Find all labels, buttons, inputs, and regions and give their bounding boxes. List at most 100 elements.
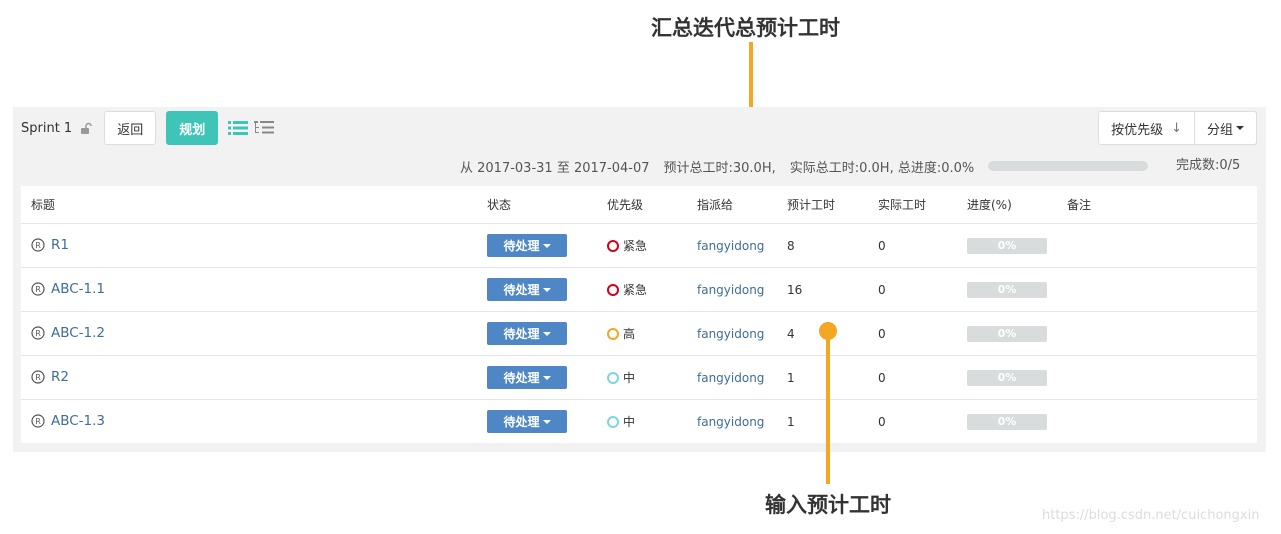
priority: 中 bbox=[607, 413, 635, 430]
annotation-summary-title: 汇总迭代总预计工时 bbox=[651, 16, 840, 40]
table-row: R R2 待处理 中 fangyidong 1 0 0% bbox=[21, 355, 1257, 399]
lock-open-icon[interactable] bbox=[80, 121, 94, 135]
header-priority: 优先级 bbox=[607, 198, 644, 212]
assignee-link[interactable]: fangyidong bbox=[697, 327, 764, 341]
assignee-link[interactable]: fangyidong bbox=[697, 239, 764, 253]
task-title[interactable]: R2 bbox=[51, 369, 69, 385]
header-progress: 进度(%) bbox=[967, 198, 1012, 212]
task-title[interactable]: ABC-1.1 bbox=[51, 281, 105, 297]
done-count: 完成数:0/5 bbox=[1176, 158, 1241, 173]
caret-down-icon bbox=[542, 243, 551, 248]
estimated-hours[interactable]: 1 bbox=[787, 371, 795, 385]
header-estimated: 预计工时 bbox=[787, 198, 836, 212]
row-title[interactable]: R ABC-1.1 bbox=[31, 281, 105, 299]
priority: 紧急 bbox=[607, 281, 647, 298]
sort-label: 按优先级 bbox=[1111, 122, 1164, 138]
priority-circle-icon bbox=[607, 283, 619, 296]
progress-value: 0% bbox=[967, 281, 1047, 298]
progress-value: 0% bbox=[967, 325, 1047, 342]
actual-hours: 0 bbox=[878, 282, 886, 297]
requirement-icon: R bbox=[31, 369, 45, 384]
plan-button[interactable]: 规划 bbox=[166, 111, 219, 145]
header-title: 标题 bbox=[31, 198, 56, 212]
svg-text:R: R bbox=[35, 285, 41, 294]
priority-label: 中 bbox=[623, 415, 636, 429]
svg-text:R: R bbox=[35, 241, 41, 250]
sprint-summary: 从 2017-03-31 至 2017-04-07 预计总工时:30.0H, 实… bbox=[460, 156, 1166, 176]
status-dropdown[interactable]: 待处理 bbox=[487, 410, 567, 433]
estimated-hours[interactable]: 4 bbox=[787, 327, 795, 341]
priority-circle-icon bbox=[607, 371, 619, 384]
requirement-icon: R bbox=[31, 413, 45, 428]
date-range: 从 2017-03-31 至 2017-04-07 bbox=[460, 160, 650, 176]
sort-priority-button[interactable]: 按优先级 ↓ bbox=[1098, 111, 1195, 145]
status-label: 待处理 bbox=[503, 239, 540, 253]
header-status: 状态 bbox=[487, 198, 512, 212]
row-title[interactable]: R R1 bbox=[31, 237, 69, 255]
row-title[interactable]: R ABC-1.2 bbox=[31, 325, 105, 343]
tree-view-icon[interactable] bbox=[254, 119, 276, 137]
group-label: 分组 bbox=[1206, 122, 1233, 138]
caret-down-icon bbox=[542, 375, 551, 380]
task-title[interactable]: ABC-1.3 bbox=[51, 413, 105, 429]
priority: 高 bbox=[607, 325, 635, 342]
table-header: 标题 状态 优先级 指派给 预计工时 实际工时 进度(%) 备注 bbox=[21, 186, 1257, 223]
progress-cell: 0% bbox=[967, 325, 1047, 342]
caret-down-icon bbox=[542, 331, 551, 336]
svg-text:R: R bbox=[35, 373, 41, 382]
row-title[interactable]: R ABC-1.3 bbox=[31, 413, 105, 431]
task-title[interactable]: ABC-1.2 bbox=[51, 325, 105, 341]
status-label: 待处理 bbox=[503, 415, 540, 429]
annotation-line-bottom bbox=[826, 336, 830, 484]
priority-label: 中 bbox=[623, 371, 636, 385]
actual-hours: 0 bbox=[878, 326, 886, 341]
task-title[interactable]: R1 bbox=[51, 237, 69, 253]
watermark: https://blog.csdn.net/cuichongxin bbox=[1042, 508, 1260, 523]
estimated-hours[interactable]: 1 bbox=[787, 415, 795, 429]
assignee-link[interactable]: fangyidong bbox=[697, 415, 764, 429]
progress-value: 0% bbox=[967, 369, 1047, 386]
back-button[interactable]: 返回 bbox=[104, 111, 157, 145]
toolbar-right: 按优先级 ↓ 分组 bbox=[1098, 111, 1257, 145]
annotation-input-title: 输入预计工时 bbox=[765, 493, 891, 517]
status-dropdown[interactable]: 待处理 bbox=[487, 278, 567, 301]
priority: 中 bbox=[607, 369, 635, 386]
table-row: R R1 待处理 紧急 fangyidong 8 0 0% bbox=[21, 223, 1257, 267]
arrow-down-icon: ↓ bbox=[1171, 120, 1182, 136]
caret-down-icon bbox=[542, 287, 551, 292]
svg-text:R: R bbox=[35, 329, 41, 338]
actual-hours: 0 bbox=[878, 238, 886, 253]
caret-down-icon bbox=[542, 419, 551, 424]
estimated-hours[interactable]: 8 bbox=[787, 239, 795, 253]
assignee-link[interactable]: fangyidong bbox=[697, 371, 764, 385]
progress-value: 0% bbox=[967, 413, 1047, 430]
status-dropdown[interactable]: 待处理 bbox=[487, 234, 567, 257]
estimated-hours[interactable]: 16 bbox=[787, 283, 802, 297]
group-dropdown-button[interactable]: 分组 bbox=[1194, 111, 1257, 145]
svg-text:R: R bbox=[35, 417, 41, 426]
table-row: R ABC-1.1 待处理 紧急 fangyidong 16 0 0% bbox=[21, 267, 1257, 311]
priority-circle-icon bbox=[607, 327, 619, 340]
row-title[interactable]: R R2 bbox=[31, 369, 69, 387]
priority-label: 紧急 bbox=[623, 239, 648, 253]
assignee-link[interactable]: fangyidong bbox=[697, 283, 764, 297]
list-view-icon[interactable] bbox=[228, 119, 250, 137]
header-actual: 实际工时 bbox=[878, 198, 927, 212]
priority: 紧急 bbox=[607, 237, 647, 254]
requirement-icon: R bbox=[31, 237, 45, 252]
priority-circle-icon bbox=[607, 239, 619, 252]
status-label: 待处理 bbox=[503, 283, 540, 297]
header-assignee: 指派给 bbox=[697, 198, 734, 212]
progress-cell: 0% bbox=[967, 369, 1047, 386]
table-row: R ABC-1.2 待处理 高 fangyidong 4 0 0% bbox=[21, 311, 1257, 355]
status-dropdown[interactable]: 待处理 bbox=[487, 366, 567, 389]
status-dropdown[interactable]: 待处理 bbox=[487, 322, 567, 345]
progress-cell: 0% bbox=[967, 237, 1047, 254]
progress-cell: 0% bbox=[967, 413, 1047, 430]
requirement-icon: R bbox=[31, 281, 45, 296]
actual-hours: 0 bbox=[878, 370, 886, 385]
status-label: 待处理 bbox=[503, 327, 540, 341]
caret-down-icon bbox=[1236, 126, 1244, 130]
priority-label: 紧急 bbox=[623, 283, 648, 297]
priority-circle-icon bbox=[607, 415, 619, 428]
